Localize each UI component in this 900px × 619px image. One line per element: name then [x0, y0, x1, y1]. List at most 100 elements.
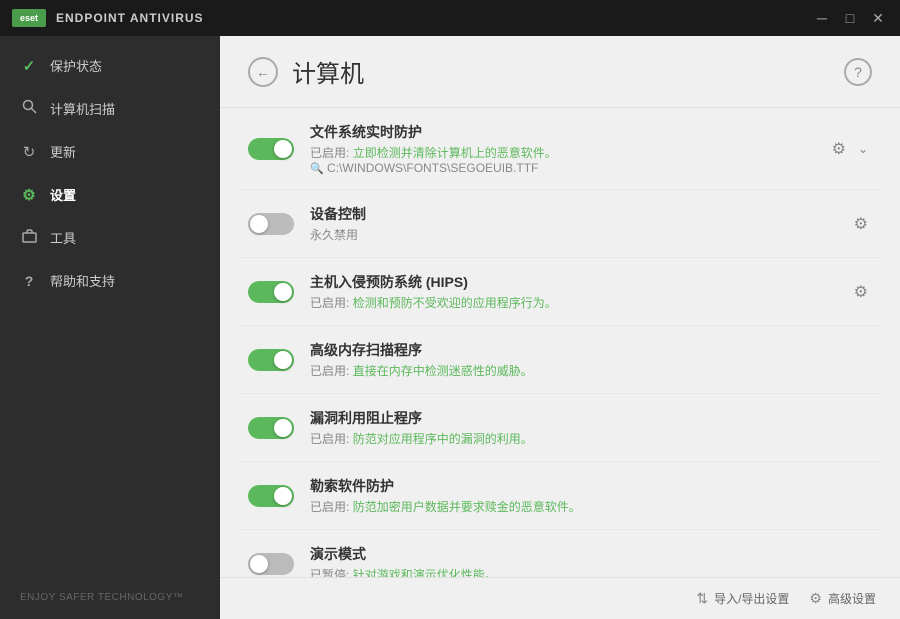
setting-name: 主机入侵预防系统 (HIPS): [310, 272, 834, 292]
checkmark-icon: ✓: [20, 57, 38, 75]
sidebar-item-label: 帮助和支持: [50, 271, 115, 290]
sidebar: ✓ 保护状态 计算机扫描 ↻ 更新 ⚙ 设置: [0, 36, 220, 619]
refresh-icon: ↻: [20, 143, 38, 161]
toggle-ransomware-protection[interactable]: [248, 485, 294, 507]
sidebar-item-tools[interactable]: 工具: [0, 216, 220, 259]
toggle-knob: [274, 487, 292, 505]
setting-path: 🔍 C:\WINDOWS\FONTS\SEGOEUIB.TTF: [310, 161, 812, 175]
status-link[interactable]: 防范加密用户数据并要求赎金的恶意软件。: [353, 500, 581, 514]
setting-item-hips: 主机入侵预防系统 (HIPS) 已启用: 检测和预防不受欢迎的应用程序行为。 ⚙: [240, 258, 880, 326]
setting-info: 漏洞利用阻止程序 已启用: 防范对应用程序中的漏洞的利用。: [310, 408, 856, 447]
magnify-icon: 🔍: [310, 163, 324, 175]
setting-item-presentation-mode: 演示模式 已暂停: 针对游戏和演示优化性能。: [240, 530, 880, 577]
advanced-settings-button[interactable]: ⚙ 高级设置: [809, 590, 876, 607]
advanced-settings-label: 高级设置: [828, 590, 876, 607]
setting-status: 已启用: 立即检测并清除计算机上的恶意软件。: [310, 144, 812, 161]
chevron-down-icon[interactable]: ⌄: [854, 138, 872, 160]
gear-button[interactable]: ⚙: [828, 135, 850, 163]
toggle-hips[interactable]: [248, 281, 294, 303]
status-link[interactable]: 检测和预防不受欢迎的应用程序行为。: [353, 296, 557, 310]
status-prefix: 已启用:: [310, 146, 349, 160]
setting-name: 勒索软件防护: [310, 476, 856, 496]
import-export-label: 导入/导出设置: [714, 590, 789, 607]
sidebar-item-settings[interactable]: ⚙ 设置: [0, 173, 220, 216]
sidebar-item-label: 保护状态: [50, 56, 102, 75]
sidebar-item-label: 更新: [50, 142, 76, 161]
back-button[interactable]: ←: [248, 57, 278, 87]
status-prefix: 已暂停:: [310, 568, 349, 577]
status-link[interactable]: 直接在内存中检测迷惑性的威胁。: [353, 364, 533, 378]
gear-button[interactable]: ⚙: [850, 210, 872, 238]
gear-icon: ⚙: [20, 186, 38, 204]
setting-actions: ⚙ ⌄: [828, 135, 872, 163]
status-prefix: 已启用:: [310, 432, 349, 446]
sidebar-item-computer-scan[interactable]: 计算机扫描: [0, 87, 220, 130]
setting-name: 演示模式: [310, 544, 856, 564]
setting-info: 勒索软件防护 已启用: 防范加密用户数据并要求赎金的恶意软件。: [310, 476, 856, 515]
content-area: ← 计算机 ? 文件系统实时防护 已启用: 立即: [220, 36, 900, 619]
page-title: 计算机: [292, 54, 844, 89]
toggle-knob: [250, 215, 268, 233]
question-icon: ?: [20, 273, 38, 289]
sidebar-item-help[interactable]: ? 帮助和支持: [0, 259, 220, 302]
toggle-knob: [274, 283, 292, 301]
setting-name: 设备控制: [310, 204, 834, 224]
toggle-knob: [274, 419, 292, 437]
search-icon: [20, 99, 38, 118]
setting-status: 已启用: 直接在内存中检测迷惑性的威胁。: [310, 362, 856, 379]
eset-logo: eset: [12, 9, 46, 27]
setting-status: 已启用: 检测和预防不受欢迎的应用程序行为。: [310, 294, 834, 311]
status-link[interactable]: 立即检测并清除计算机上的恶意软件。: [353, 146, 557, 160]
titlebar: eset ENDPOINT ANTIVIRUS ─ □ ✕: [0, 0, 900, 36]
setting-status: 已启用: 防范对应用程序中的漏洞的利用。: [310, 430, 856, 447]
gear-button[interactable]: ⚙: [850, 278, 872, 306]
setting-info: 主机入侵预防系统 (HIPS) 已启用: 检测和预防不受欢迎的应用程序行为。: [310, 272, 834, 311]
status-prefix: 已启用:: [310, 296, 349, 310]
setting-item-exploit-blocker: 漏洞利用阻止程序 已启用: 防范对应用程序中的漏洞的利用。: [240, 394, 880, 462]
content-header: ← 计算机 ?: [220, 36, 900, 108]
minimize-button[interactable]: ─: [812, 8, 832, 28]
setting-status: 已启用: 防范加密用户数据并要求赎金的恶意软件。: [310, 498, 856, 515]
briefcase-icon: [20, 228, 38, 247]
toggle-realtime-protection[interactable]: [248, 138, 294, 160]
help-button[interactable]: ?: [844, 58, 872, 86]
help-icon: ?: [854, 64, 862, 80]
sidebar-footer: ENJOY SAFER TECHNOLOGY™: [0, 576, 220, 619]
sidebar-item-protection-status[interactable]: ✓ 保护状态: [0, 44, 220, 87]
maximize-button[interactable]: □: [840, 8, 860, 28]
content-footer: ⇅ 导入/导出设置 ⚙ 高级设置: [220, 577, 900, 619]
status-text: 永久禁用: [310, 228, 358, 242]
toggle-knob: [250, 555, 268, 573]
app-title: ENDPOINT ANTIVIRUS: [56, 11, 812, 25]
setting-item-memory-scanner: 高级内存扫描程序 已启用: 直接在内存中检测迷惑性的威胁。: [240, 326, 880, 394]
close-button[interactable]: ✕: [868, 8, 888, 28]
setting-info: 设备控制 永久禁用: [310, 204, 834, 243]
setting-item-ransomware-protection: 勒索软件防护 已启用: 防范加密用户数据并要求赎金的恶意软件。: [240, 462, 880, 530]
sidebar-item-label: 工具: [50, 228, 76, 247]
content-wrapper: 文件系统实时防护 已启用: 立即检测并清除计算机上的恶意软件。 🔍 C:\WIN…: [220, 108, 900, 577]
setting-actions: ⚙: [850, 278, 872, 306]
sidebar-item-update[interactable]: ↻ 更新: [0, 130, 220, 173]
setting-status: 已暂停: 针对游戏和演示优化性能。: [310, 566, 856, 577]
path-value: C:\WINDOWS\FONTS\SEGOEUIB.TTF: [327, 161, 538, 175]
toggle-knob: [274, 140, 292, 158]
main-layout: ✓ 保护状态 计算机扫描 ↻ 更新 ⚙ 设置: [0, 36, 900, 619]
setting-status: 永久禁用: [310, 226, 834, 243]
setting-name: 漏洞利用阻止程序: [310, 408, 856, 428]
back-arrow-icon: ←: [256, 64, 270, 80]
status-link[interactable]: 防范对应用程序中的漏洞的利用。: [353, 432, 533, 446]
setting-info: 高级内存扫描程序 已启用: 直接在内存中检测迷惑性的威胁。: [310, 340, 856, 379]
setting-name: 高级内存扫描程序: [310, 340, 856, 360]
toggle-device-control[interactable]: [248, 213, 294, 235]
sidebar-item-label: 设置: [50, 185, 76, 204]
import-export-icon: ⇅: [696, 590, 708, 607]
import-export-button[interactable]: ⇅ 导入/导出设置: [696, 590, 789, 607]
window-controls: ─ □ ✕: [812, 8, 888, 28]
setting-info: 文件系统实时防护 已启用: 立即检测并清除计算机上的恶意软件。 🔍 C:\WIN…: [310, 122, 812, 175]
status-link[interactable]: 针对游戏和演示优化性能。: [353, 568, 497, 577]
toggle-presentation-mode[interactable]: [248, 553, 294, 575]
setting-item-device-control: 设备控制 永久禁用 ⚙: [240, 190, 880, 258]
toggle-exploit-blocker[interactable]: [248, 417, 294, 439]
setting-info: 演示模式 已暂停: 针对游戏和演示优化性能。: [310, 544, 856, 577]
toggle-memory-scanner[interactable]: [248, 349, 294, 371]
